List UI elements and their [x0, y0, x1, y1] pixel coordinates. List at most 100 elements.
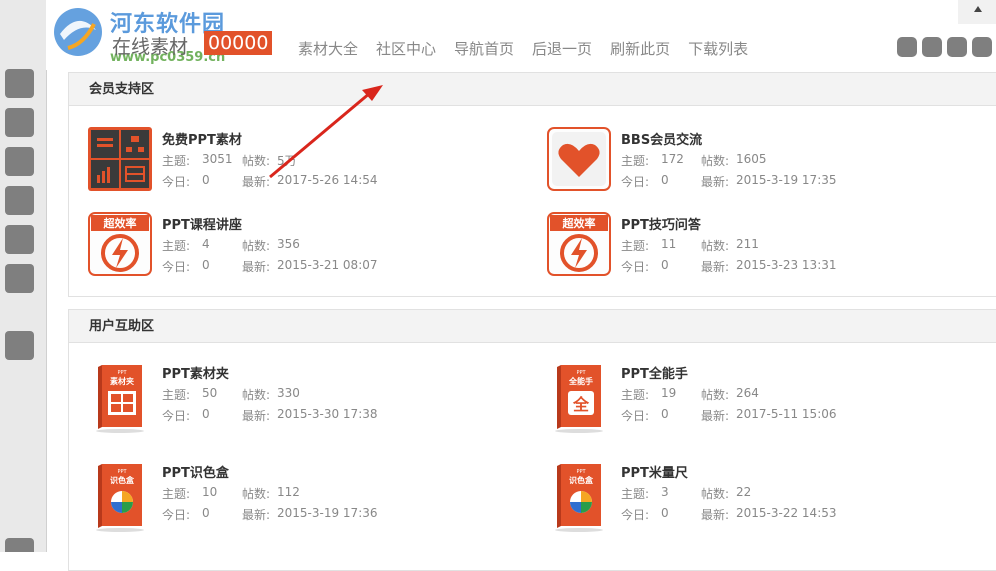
posts-label: 帖数: — [242, 487, 271, 501]
svg-text:PPT: PPT — [117, 370, 127, 376]
latest-time: 2017-5-26 14:54 — [277, 173, 378, 187]
latest-label: 最新: — [701, 409, 730, 423]
topics-label: 主题: — [621, 239, 650, 253]
window-button-1[interactable] — [897, 37, 917, 57]
forum-name[interactable]: PPT米量尺 — [621, 462, 688, 481]
topics-count: 50 — [202, 386, 218, 400]
toolbar-button-3[interactable] — [5, 147, 34, 176]
today-label: 今日: — [621, 175, 650, 189]
forum-item[interactable]: PPT 识色盒 PPT米量尺 主题: 3 帖数: 22 今日: 0 最新: 20… — [547, 460, 987, 532]
forum-item[interactable]: PPT 全能手 全 PPT全能手 主题: 19 帖数: 264 今日: 0 最新… — [547, 361, 987, 433]
posts-count: 356 — [277, 237, 300, 251]
latest-label: 最新: — [242, 260, 271, 274]
nav-back[interactable]: 后退一页 — [532, 38, 592, 59]
icon-caption: 全能手 — [568, 376, 593, 386]
topics-count: 19 — [661, 386, 677, 400]
posts-label: 帖数: — [701, 239, 730, 253]
forum-item[interactable]: 超效率 PPT课程讲座 主题: 4 帖数: 356 今日: 0 最新: 2015… — [88, 212, 528, 282]
nav-community[interactable]: 社区中心 — [376, 38, 436, 59]
today-label: 今日: — [162, 409, 191, 423]
window-button-3[interactable] — [947, 37, 967, 57]
efficiency-lightning-icon[interactable]: 超效率 — [547, 212, 611, 276]
latest-label: 最新: — [701, 260, 730, 274]
forum-name[interactable]: PPT技巧问答 — [621, 214, 701, 233]
toolbar-button-2[interactable] — [5, 108, 34, 137]
nav-refresh[interactable]: 刷新此页 — [610, 38, 670, 59]
latest-time: 2015-3-23 13:31 — [736, 258, 837, 272]
toolbar-button-4[interactable] — [5, 186, 34, 215]
heart-icon[interactable] — [547, 127, 611, 191]
latest-time: 2015-3-19 17:35 — [736, 173, 837, 187]
nav-materials[interactable]: 素材大全 — [298, 38, 358, 59]
nav-downloads[interactable]: 下载列表 — [688, 38, 748, 59]
product-box-icon[interactable]: PPT 识色盒 — [547, 460, 611, 534]
efficiency-lightning-icon[interactable]: 超效率 — [88, 212, 152, 276]
forum-content: 会员支持区 免费PPT素材 主题: 3051 帖数: 5万 今日: 0 最新: … — [68, 72, 996, 571]
forum-item[interactable]: PPT 识色盒 PPT识色盒 主题: 10 帖数: 112 今日: 0 最新: … — [88, 460, 528, 532]
close-button[interactable] — [972, 37, 992, 57]
window-button-2[interactable] — [922, 37, 942, 57]
today-label: 今日: — [162, 175, 191, 189]
latest-time: 2015-3-19 17:36 — [277, 506, 378, 520]
topics-label: 主题: — [621, 388, 650, 402]
toolbar-button-7[interactable] — [5, 331, 34, 360]
posts-label: 帖数: — [701, 388, 730, 402]
icon-caption: 识色盒 — [569, 475, 594, 485]
posts-count: 22 — [736, 485, 752, 499]
product-box-icon[interactable]: PPT 全能手 全 — [547, 361, 611, 435]
svg-text:全: 全 — [572, 395, 590, 414]
toolbar-button-5[interactable] — [5, 225, 34, 254]
forum-name[interactable]: PPT课程讲座 — [162, 214, 242, 233]
posts-label: 帖数: — [701, 487, 730, 501]
top-bar: 河东软件园 www.pc0359.cn 在线素材 00000 素材大全 社区中心… — [46, 0, 996, 70]
forum-name[interactable]: 免费PPT素材 — [162, 129, 242, 148]
latest-time: 2015-3-21 08:07 — [277, 258, 378, 272]
toolbar-button-8[interactable] — [5, 538, 34, 552]
forum-name[interactable]: PPT素材夹 — [162, 363, 229, 382]
today-count: 0 — [661, 407, 669, 421]
latest-time: 2017-5-11 15:06 — [736, 407, 837, 421]
ppt-material-grid-icon[interactable] — [88, 127, 152, 191]
today-count: 0 — [661, 173, 669, 187]
watermark-mark-icon — [54, 8, 102, 56]
topics-count: 10 — [202, 485, 218, 499]
svg-text:PPT: PPT — [576, 370, 586, 376]
online-count-badge: 00000 — [204, 31, 273, 55]
product-box-icon[interactable]: PPT 素材夹 — [88, 361, 152, 435]
product-box-icon[interactable]: PPT 识色盒 — [88, 460, 152, 534]
nav-home[interactable]: 导航首页 — [454, 38, 514, 59]
forum-item[interactable]: 超效率 PPT技巧问答 主题: 11 帖数: 211 今日: 0 最新: 201… — [547, 212, 987, 282]
scroll-up-button[interactable] — [958, 0, 996, 24]
forum-name[interactable]: PPT识色盒 — [162, 462, 229, 481]
today-label: 今日: — [621, 508, 650, 522]
posts-count: 112 — [277, 485, 300, 499]
posts-count: 264 — [736, 386, 759, 400]
icon-caption: 超效率 — [103, 216, 137, 230]
topics-count: 3051 — [202, 152, 233, 166]
forum-name[interactable]: BBS会员交流 — [621, 129, 702, 148]
forum-item[interactable]: BBS会员交流 主题: 172 帖数: 1605 今日: 0 最新: 2015-… — [547, 127, 987, 197]
today-count: 0 — [202, 258, 210, 272]
today-count: 0 — [202, 407, 210, 421]
left-toolbar — [0, 0, 47, 552]
online-label: 在线素材 — [112, 36, 189, 58]
icon-caption: 识色盒 — [110, 475, 135, 485]
forum-item[interactable]: 免费PPT素材 主题: 3051 帖数: 5万 今日: 0 最新: 2017-5… — [88, 127, 528, 197]
section-title: 用户互助区 — [69, 310, 996, 343]
forum-name[interactable]: PPT全能手 — [621, 363, 688, 382]
topics-label: 主题: — [162, 239, 191, 253]
toolbar-button-6[interactable] — [5, 264, 34, 293]
today-count: 0 — [661, 258, 669, 272]
latest-label: 最新: — [701, 175, 730, 189]
topics-label: 主题: — [162, 388, 191, 402]
today-count: 0 — [661, 506, 669, 520]
forum-item[interactable]: PPT 素材夹 PPT素材夹 主题: 50 帖数: 330 今日: 0 最新: … — [88, 361, 528, 433]
posts-label: 帖数: — [242, 239, 271, 253]
latest-time: 2015-3-22 14:53 — [736, 506, 837, 520]
today-label: 今日: — [621, 260, 650, 274]
today-label: 今日: — [162, 260, 191, 274]
toolbar-button-1[interactable] — [5, 69, 34, 98]
latest-label: 最新: — [242, 409, 271, 423]
today-count: 0 — [202, 173, 210, 187]
topics-label: 主题: — [162, 154, 191, 168]
